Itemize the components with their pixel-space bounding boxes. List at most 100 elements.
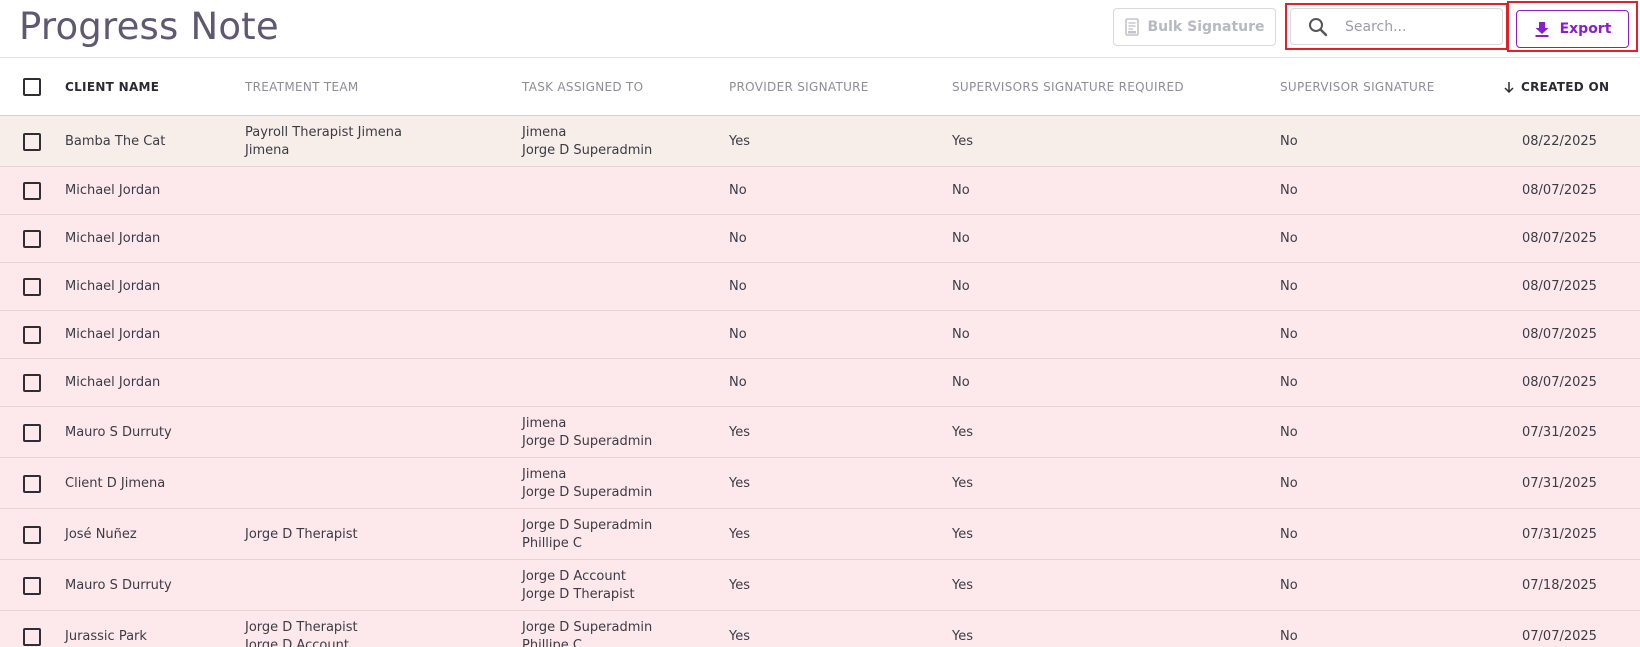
task-assigned-cell-line: Jorge D Superadmin [522, 433, 653, 449]
created-on-cell: 08/22/2025 [1522, 133, 1597, 149]
supervisor-signature-cell: No [1280, 375, 1298, 390]
table-row[interactable]: Michael Jordan No No No 08/07/2025 [0, 311, 1640, 359]
provider-signature-cell: Yes [729, 133, 750, 149]
provider-signature-cell: Yes [729, 628, 750, 644]
task-assigned-cell: Jorge D Superadmin Phillipe C [522, 619, 652, 647]
table-row[interactable]: José Nuñez Jorge D Therapist Jorge D Super… [0, 509, 1640, 560]
provider-signature-cell: Yes [729, 577, 750, 593]
table-row[interactable]: Michael Jordan No No No 08/07/2025 [0, 215, 1640, 263]
table-row[interactable]: Michael Jordan No No No 08/07/2025 [0, 263, 1640, 311]
row-checkbox[interactable] [23, 182, 41, 200]
supervisors-signature-required-cell: Yes [952, 526, 973, 542]
export-button[interactable]: Export [1516, 10, 1629, 48]
client-name-cell: Bamba The Cat [65, 133, 166, 149]
supervisor-signature-cell: No [1280, 279, 1298, 294]
supervisors-signature-required-cell: No [952, 183, 970, 198]
table-row[interactable]: Client D Jimena Jimena Jorge D Superadmin Y… [0, 458, 1640, 509]
select-all-checkbox[interactable] [23, 78, 41, 96]
column-header-supervisor-signature[interactable]: SUPERVISOR SIGNATURE [1280, 58, 1435, 116]
supervisors-signature-required-cell: Yes [952, 475, 973, 491]
column-header-task-assigned-to[interactable]: TASK ASSIGNED TO [522, 58, 643, 116]
provider-signature-cell: Yes [729, 526, 750, 542]
row-checkbox[interactable] [23, 374, 41, 392]
supervisors-signature-required-cell: No [952, 375, 970, 390]
row-checkbox[interactable] [23, 326, 41, 344]
table-row[interactable]: Mauro S Durruty Jorge D Account Jorge D Th… [0, 560, 1640, 611]
client-name-cell: Michael Jordan [65, 231, 161, 246]
treatment-team-cell: Payroll Therapist Jimena Jimena [245, 124, 402, 160]
download-icon [1535, 22, 1549, 37]
supervisor-signature-cell: No [1280, 475, 1298, 491]
column-header-created-on[interactable]: CREATED ON [1503, 58, 1609, 116]
treatment-team-cell-line: Jorge D Therapist [245, 619, 358, 635]
document-signature-icon [1124, 18, 1139, 36]
client-name-cell: Mauro S Durruty [65, 577, 172, 593]
provider-signature-cell: No [729, 327, 747, 342]
task-assigned-cell-line: Jorge D Therapist [522, 586, 635, 602]
column-header-treatment-team[interactable]: TREATMENT TEAM [245, 58, 359, 116]
task-assigned-cell: Jorge D Superadmin Phillipe C [522, 517, 652, 553]
table-row[interactable]: Bamba The Cat Payroll Therapist Jimena Jim… [0, 116, 1640, 167]
supervisors-signature-required-cell: No [952, 231, 970, 246]
progress-note-page: Progress Note Bulk Signature Search... E… [0, 0, 1640, 647]
row-checkbox[interactable] [23, 474, 41, 493]
export-label: Export [1559, 21, 1612, 37]
search-input[interactable] [1343, 17, 1497, 36]
client-name-cell: Michael Jordan [65, 375, 161, 390]
supervisor-signature-cell: No [1280, 231, 1298, 246]
row-checkbox[interactable] [23, 230, 41, 248]
table-row[interactable]: Mauro S Durruty Jimena Jorge D Superadmin Y… [0, 407, 1640, 458]
client-name-cell: Mauro S Durruty [65, 424, 172, 440]
table-row[interactable]: Michael Jordan No No No 08/07/2025 [0, 167, 1640, 215]
created-on-cell: 08/07/2025 [1522, 279, 1597, 294]
created-on-cell: 07/31/2025 [1522, 526, 1597, 542]
task-assigned-cell-line: Jorge D Superadmin [522, 619, 653, 635]
created-on-cell: 07/07/2025 [1522, 628, 1597, 644]
client-name-cell: Michael Jordan [65, 327, 161, 342]
search-box[interactable] [1290, 8, 1503, 45]
row-checkbox[interactable] [23, 423, 41, 442]
created-on-cell: 07/31/2025 [1522, 424, 1597, 440]
supervisor-signature-cell: No [1280, 424, 1298, 440]
supervisors-signature-required-cell: No [952, 279, 970, 294]
provider-signature-cell: Yes [729, 475, 750, 491]
column-header-client-name[interactable]: CLIENT NAME [65, 58, 159, 116]
arrow-down-icon [1504, 82, 1514, 93]
row-checkbox[interactable] [23, 132, 41, 151]
task-assigned-cell-line: Jimena [522, 415, 567, 431]
created-on-cell: 07/31/2025 [1522, 475, 1597, 491]
table-row[interactable]: Jurassic Park Jorge D Therapist Jorge D Ac… [0, 611, 1640, 647]
treatment-team-cell: Jorge D Therapist Jorge D Account [245, 619, 358, 647]
supervisor-signature-cell: No [1280, 133, 1298, 149]
provider-signature-cell: Yes [729, 424, 750, 440]
task-assigned-cell: Jimena Jorge D Superadmin [522, 415, 652, 451]
row-checkbox[interactable] [23, 576, 41, 595]
created-on-cell: 08/07/2025 [1522, 327, 1597, 342]
table-row[interactable]: Michael Jordan No No No 08/07/2025 [0, 359, 1640, 407]
created-on-label: CREATED ON [1521, 80, 1610, 94]
supervisor-signature-cell: No [1280, 577, 1298, 593]
task-assigned-cell-line: Jimena [522, 466, 567, 482]
task-assigned-cell: Jimena Jorge D Superadmin [522, 466, 652, 502]
task-assigned-cell-line: Jimena [522, 124, 567, 140]
row-checkbox[interactable] [23, 525, 41, 544]
task-assigned-cell: Jimena Jorge D Superadmin [522, 124, 652, 160]
search-icon [1309, 17, 1328, 36]
provider-signature-cell: No [729, 183, 747, 198]
supervisors-signature-required-cell: Yes [952, 628, 973, 644]
task-assigned-cell-line: Jorge D Superadmin [522, 484, 653, 500]
treatment-team-cell-line: Payroll Therapist Jimena [245, 124, 402, 140]
task-assigned-cell-line: Jorge D Account [522, 568, 626, 584]
bulk-signature-button[interactable]: Bulk Signature [1113, 8, 1276, 46]
row-checkbox[interactable] [23, 278, 41, 296]
bulk-signature-label: Bulk Signature [1147, 19, 1265, 35]
supervisor-signature-cell: No [1280, 628, 1298, 644]
task-assigned-cell-line: Phillipe C [522, 637, 582, 647]
client-name-cell: Jurassic Park [65, 628, 147, 644]
supervisor-signature-cell: No [1280, 183, 1298, 198]
row-checkbox[interactable] [23, 627, 41, 646]
column-header-supervisors-signature-required[interactable]: SUPERVISORS SIGNATURE REQUIRED [952, 58, 1184, 116]
provider-signature-cell: No [729, 279, 747, 294]
column-header-provider-signature[interactable]: PROVIDER SIGNATURE [729, 58, 869, 116]
export-highlight: Export [1507, 1, 1638, 52]
